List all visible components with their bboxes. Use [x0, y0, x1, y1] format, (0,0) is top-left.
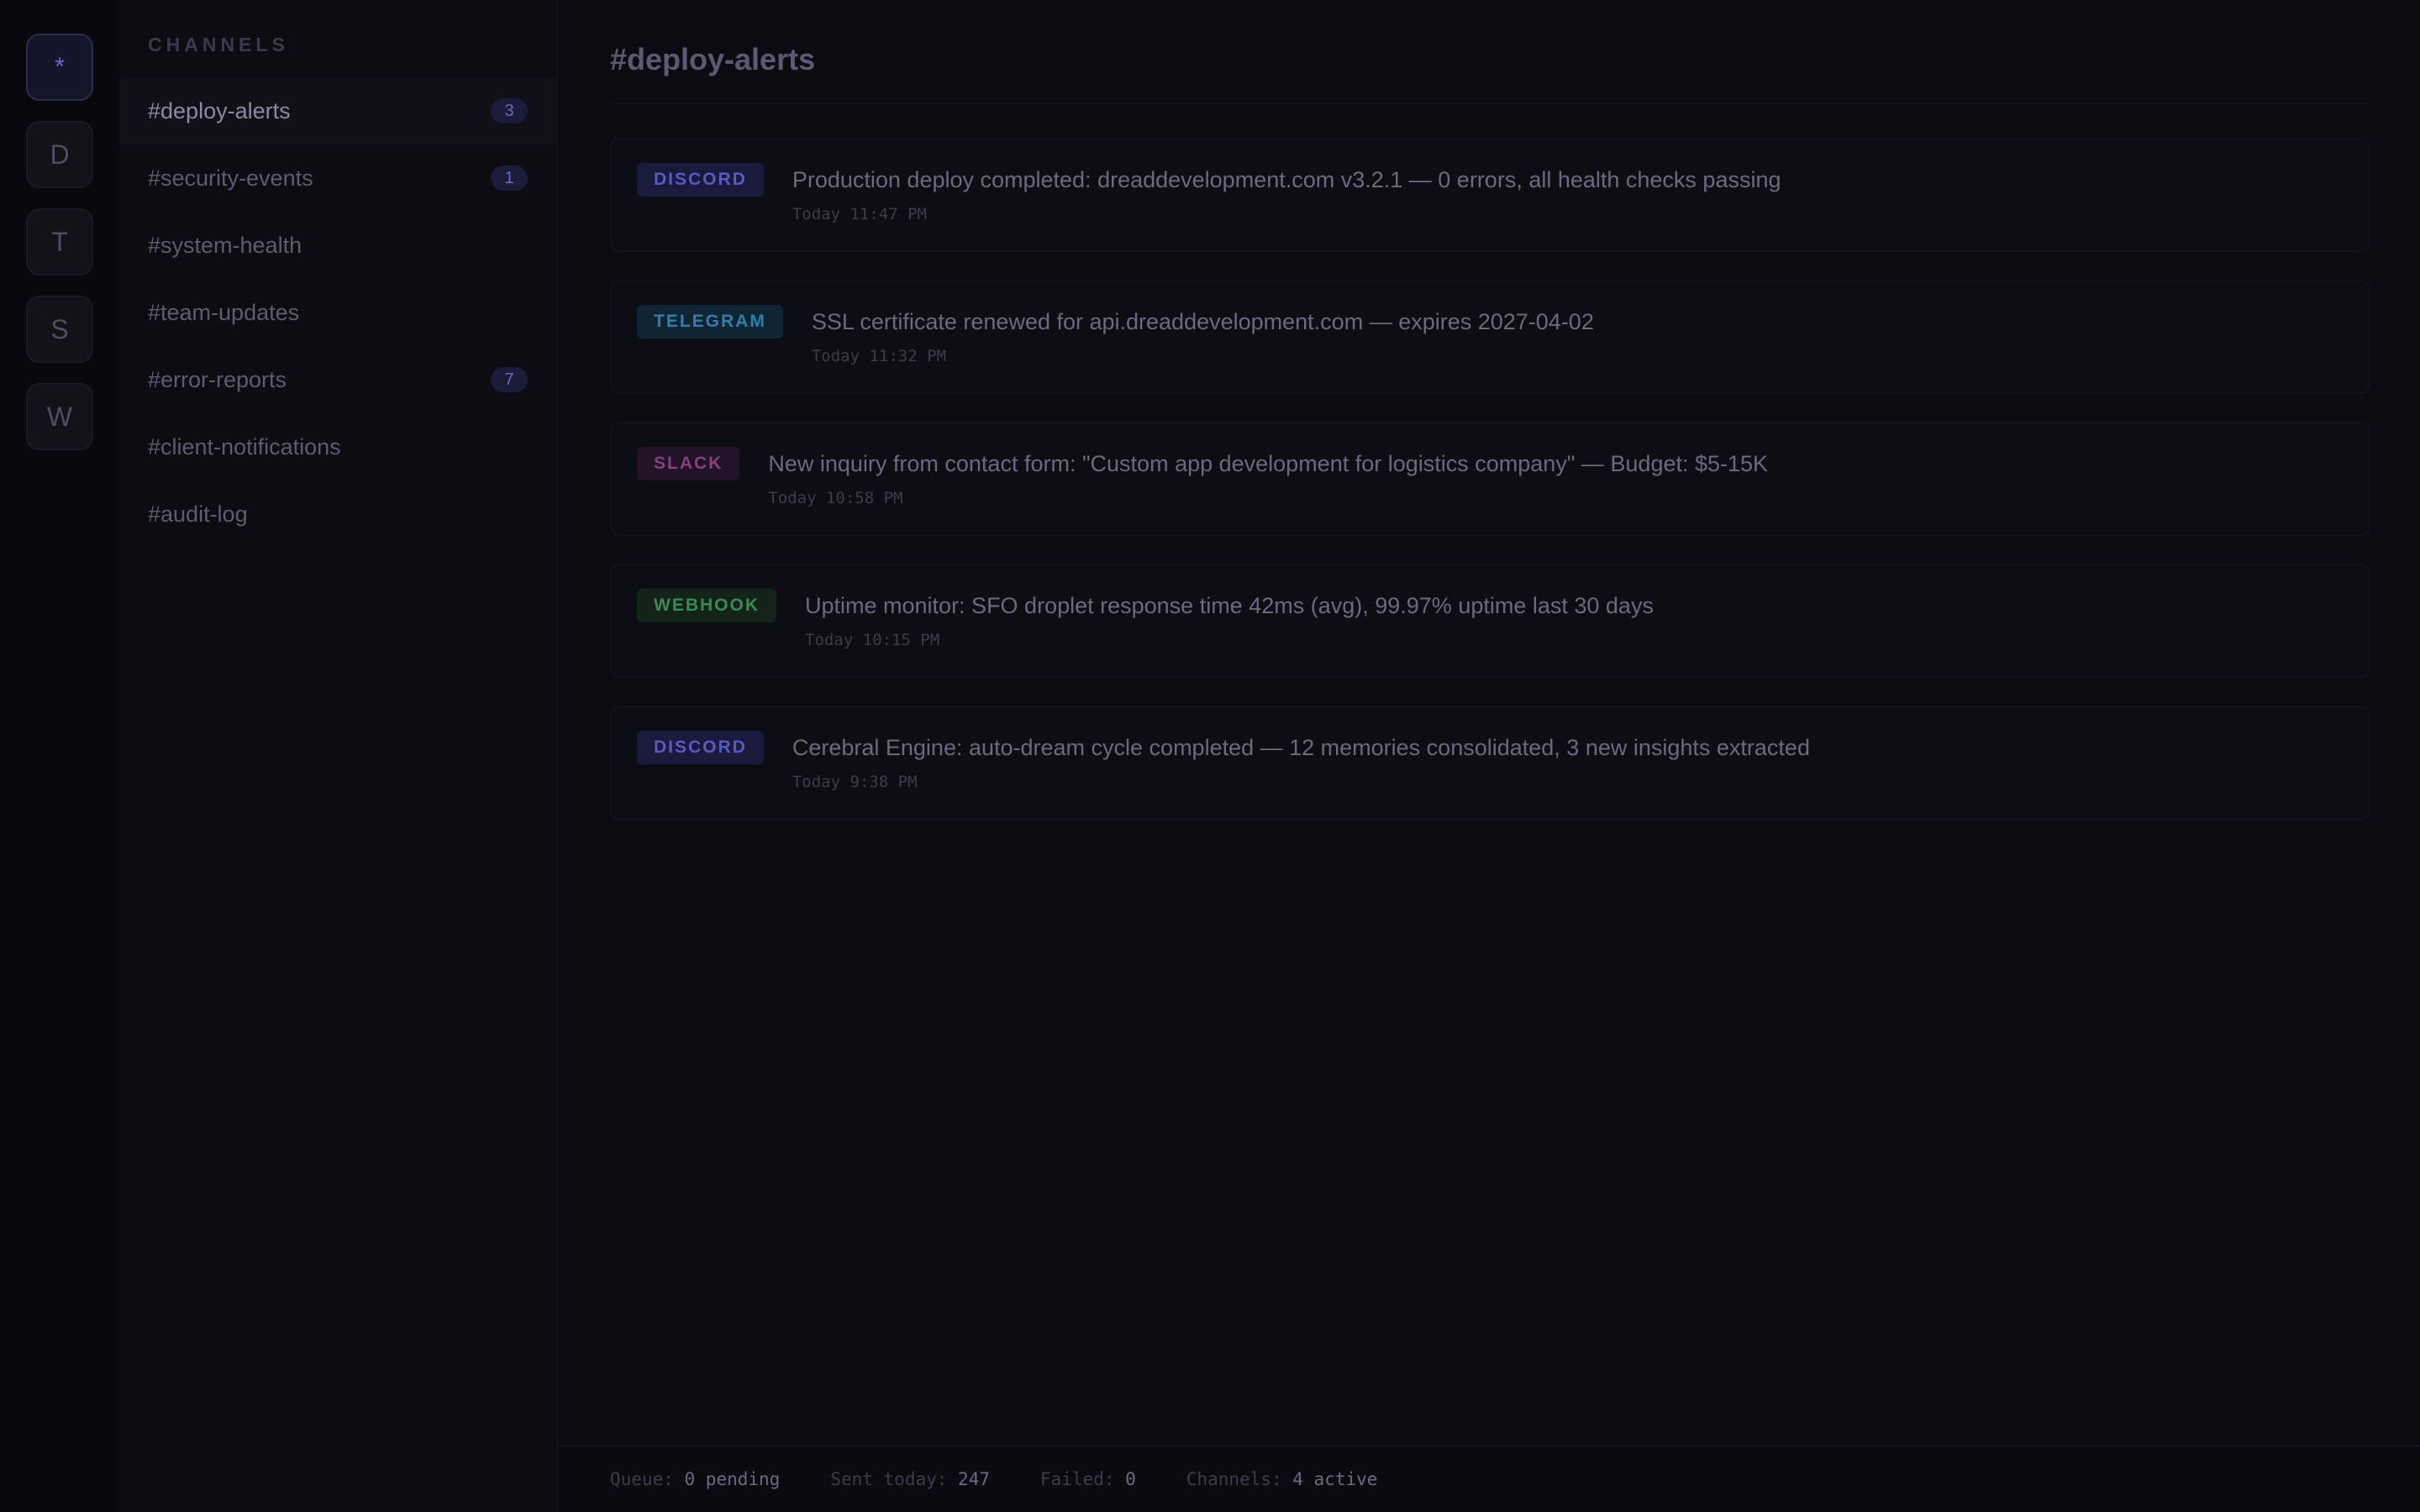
rail-button-discord[interactable]: D [26, 121, 93, 188]
channels-label: Channels: [1186, 1469, 1282, 1489]
message-timestamp: Today 9:38 PM [792, 773, 918, 791]
channel-name: #system-health [148, 232, 302, 258]
channel-name: #error-reports [148, 366, 287, 392]
channels-stat: Channels: 4 active [1186, 1469, 1378, 1489]
channel-item-audit-log[interactable]: #audit-log [119, 480, 556, 548]
channel-list: #deploy-alerts 3 #security-events 1 #sys… [119, 77, 556, 548]
unread-badge: 3 [491, 98, 528, 123]
source-tag: TELEGRAM [637, 305, 783, 339]
queue-stat: Queue: 0 pending [610, 1469, 780, 1489]
sent-stat: Sent today: 247 [830, 1469, 990, 1489]
source-tag: DISCORD [637, 731, 764, 764]
message-list: DISCORD Production deploy completed: dre… [610, 138, 2370, 848]
failed-label: Failed: [1039, 1469, 1115, 1489]
channel-item-error-reports[interactable]: #error-reports 7 [119, 346, 556, 413]
server-rail: * D T S W [0, 0, 119, 1512]
message-pane: #deploy-alerts DISCORD Production deploy… [558, 0, 2420, 1512]
message-timestamp: Today 11:47 PM [792, 205, 927, 223]
channel-item-deploy-alerts[interactable]: #deploy-alerts 3 [119, 77, 556, 144]
message-timestamp: Today 10:58 PM [768, 489, 903, 507]
page-title: #deploy-alerts [610, 42, 816, 76]
rail-button-webhook[interactable]: W [26, 383, 93, 450]
rail-button-all[interactable]: * [26, 34, 93, 101]
channels-header: CHANNELS [148, 34, 289, 55]
queue-value: 0 pending [684, 1469, 781, 1489]
unread-badge: 1 [491, 165, 528, 191]
channel-name: #audit-log [148, 501, 248, 527]
message-text: SSL certificate renewed for api.dreaddev… [811, 309, 1594, 334]
channel-name: #team-updates [148, 299, 300, 325]
failed-value: 0 [1125, 1469, 1136, 1489]
message-text: Cerebral Engine: auto-dream cycle comple… [792, 735, 1810, 760]
unread-badge: 7 [491, 367, 528, 392]
channels-sidebar: CHANNELS #deploy-alerts 3 #security-even… [119, 0, 558, 1512]
message-text: Uptime monitor: SFO droplet response tim… [805, 593, 1654, 618]
source-tag: WEBHOOK [637, 589, 776, 622]
divider [610, 102, 2370, 104]
channel-item-team-updates[interactable]: #team-updates [119, 279, 556, 346]
channels-value: 4 active [1292, 1469, 1378, 1489]
channel-name: #deploy-alerts [148, 97, 291, 123]
message-timestamp: Today 11:32 PM [811, 347, 946, 365]
rail-button-telegram[interactable]: T [26, 208, 93, 276]
channel-name: #security-events [148, 165, 313, 191]
app-window: * D T S W CHANNELS #deploy-alerts 3 #sec… [0, 0, 2420, 1512]
source-tag: DISCORD [637, 163, 764, 197]
message-card[interactable]: DISCORD Cerebral Engine: auto-dream cycl… [610, 706, 2370, 820]
channel-name: #client-notifications [148, 433, 341, 459]
message-card[interactable]: WEBHOOK Uptime monitor: SFO droplet resp… [610, 564, 2370, 678]
channel-item-security-events[interactable]: #security-events 1 [119, 144, 556, 212]
message-text: Production deploy completed: dreaddevelo… [792, 167, 1781, 192]
sent-value: 247 [958, 1469, 990, 1489]
status-bar: Queue: 0 pending Sent today: 247 Failed:… [558, 1445, 2420, 1512]
channel-item-client-notifications[interactable]: #client-notifications [119, 413, 556, 480]
queue-label: Queue: [610, 1469, 674, 1489]
message-card[interactable]: SLACK New inquiry from contact form: "Cu… [610, 422, 2370, 536]
message-card[interactable]: TELEGRAM SSL certificate renewed for api… [610, 280, 2370, 394]
sent-label: Sent today: [830, 1469, 948, 1489]
rail-button-slack[interactable]: S [26, 296, 93, 363]
message-card[interactable]: DISCORD Production deploy completed: dre… [610, 138, 2370, 252]
failed-stat: Failed: 0 [1040, 1469, 1136, 1489]
channel-item-system-health[interactable]: #system-health [119, 212, 556, 279]
message-text: New inquiry from contact form: "Custom a… [768, 451, 1769, 476]
message-timestamp: Today 10:15 PM [805, 631, 940, 649]
source-tag: SLACK [637, 447, 740, 480]
